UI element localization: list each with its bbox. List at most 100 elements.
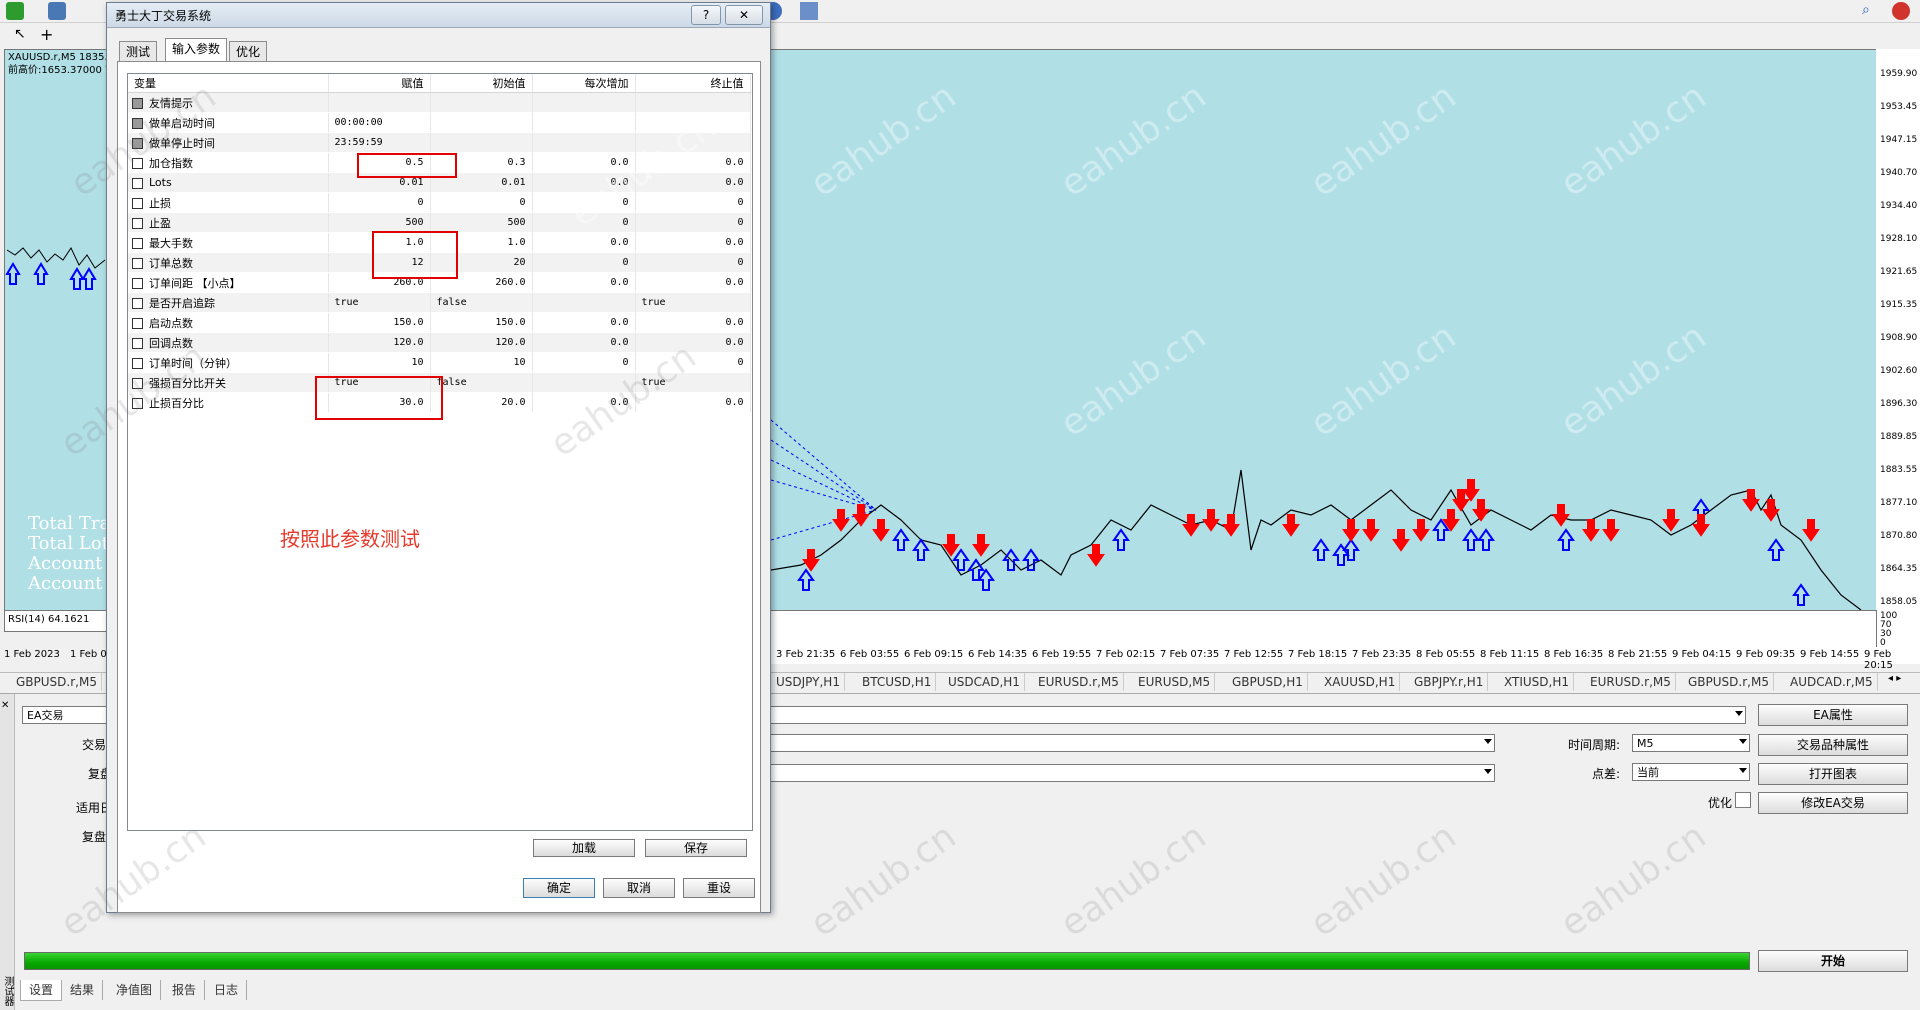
param-stop[interactable]: 0.0	[635, 232, 751, 253]
param-optimize-checkbox[interactable]	[132, 198, 143, 209]
param-optimize-checkbox[interactable]	[132, 298, 143, 309]
close-button[interactable]: ✕	[725, 5, 763, 25]
header-value[interactable]: 赋值	[328, 74, 431, 93]
tab-results[interactable]: 结果	[62, 980, 104, 1000]
chart-tab[interactable]: USDCAD,H1	[944, 673, 1025, 691]
tab-report[interactable]: 报告	[164, 980, 206, 1000]
chart-tab[interactable]: AUDCAD.r,M5	[1786, 673, 1878, 691]
param-start[interactable]: false	[430, 292, 533, 313]
header-step[interactable]: 每次增加	[532, 74, 636, 93]
help-button[interactable]: ?	[691, 5, 721, 25]
header-stop[interactable]: 终止值	[635, 74, 751, 93]
chart-tab[interactable]: EURUSD.r,M5	[1586, 673, 1676, 691]
symbol-select[interactable]	[770, 734, 1495, 752]
model-select[interactable]	[770, 764, 1495, 782]
cursor-icon[interactable]: ↖	[14, 26, 26, 42]
param-optimize-checkbox[interactable]	[132, 218, 143, 229]
param-optimize-checkbox[interactable]	[132, 258, 143, 269]
param-row[interactable]: 回调点数 120.0 120.0 0.0 0.0	[128, 332, 751, 353]
param-start[interactable]	[430, 132, 533, 153]
tab-equity[interactable]: 净值图	[108, 980, 162, 1000]
header-start[interactable]: 初始值	[430, 74, 533, 93]
header-variable[interactable]: 变量	[128, 74, 329, 93]
template-icon[interactable]	[800, 2, 818, 20]
param-start[interactable]	[430, 92, 533, 113]
open-chart-button[interactable]: 打开图表	[1758, 763, 1908, 785]
param-value[interactable]: 10	[328, 352, 431, 373]
param-step[interactable]	[532, 292, 636, 313]
param-optimize-checkbox[interactable]	[132, 278, 143, 289]
profiles-icon[interactable]	[48, 2, 66, 20]
chart-tab[interactable]: GBPUSD,H1	[1228, 673, 1308, 691]
param-row[interactable]: 启动点数 150.0 150.0 0.0 0.0	[128, 312, 751, 333]
spread-select[interactable]: 当前	[1632, 763, 1750, 781]
param-step[interactable]: 0	[532, 352, 636, 373]
param-optimize-checkbox[interactable]	[132, 318, 143, 329]
tab-optimization[interactable]: 优化	[229, 41, 268, 62]
param-step[interactable]	[532, 92, 636, 113]
param-start[interactable]: 120.0	[430, 332, 533, 353]
param-value[interactable]: 23:59:59	[328, 132, 431, 153]
tab-scroll-icon[interactable]: ◂ ▸	[1888, 673, 1901, 684]
param-start[interactable]: 10	[430, 352, 533, 373]
param-value[interactable]: 0	[328, 192, 431, 213]
chart-tab[interactable]: EURUSD.r,M5	[1034, 673, 1124, 691]
param-step[interactable]: 0.0	[532, 332, 636, 353]
symbol-properties-button[interactable]: 交易品种属性	[1758, 734, 1908, 756]
tab-settings[interactable]: 设置	[20, 980, 63, 1001]
param-start[interactable]: 0	[430, 192, 533, 213]
param-start[interactable]: false	[430, 372, 533, 393]
param-start[interactable]: 20.0	[430, 392, 533, 413]
param-stop[interactable]: 0.0	[635, 332, 751, 353]
main-chart[interactable]	[770, 49, 1877, 611]
param-optimize-checkbox[interactable]	[132, 177, 143, 189]
modify-ea-button[interactable]: 修改EA交易	[1758, 792, 1908, 814]
param-optimize-checkbox[interactable]	[132, 238, 143, 249]
chart-tab[interactable]: XAUUSD,H1	[1320, 673, 1401, 691]
optimize-checkbox[interactable]	[1735, 792, 1751, 808]
param-stop[interactable]: 0	[635, 252, 751, 273]
param-row[interactable]: 是否开启追踪 true false true	[128, 292, 751, 313]
load-button[interactable]: 加载	[533, 839, 635, 857]
param-step[interactable]	[532, 112, 636, 133]
param-value[interactable]: 120.0	[328, 332, 431, 353]
param-value[interactable]: 500	[328, 212, 431, 233]
period-select[interactable]: M5	[1632, 734, 1750, 752]
param-optimize-checkbox[interactable]	[132, 358, 143, 369]
param-step[interactable]: 0.0	[532, 232, 636, 253]
tab-inputs[interactable]: 输入参数	[165, 38, 228, 63]
param-value[interactable]: 00:00:00	[328, 112, 431, 133]
param-stop[interactable]: 0.0	[635, 312, 751, 333]
param-start[interactable]	[430, 112, 533, 133]
param-value[interactable]	[328, 92, 431, 113]
reset-button[interactable]: 重设	[683, 878, 755, 898]
chart-tab[interactable]: GBPUSD.r,M5	[1684, 673, 1774, 691]
start-button[interactable]: 开始	[1758, 950, 1908, 972]
param-step[interactable]: 0.0	[532, 272, 636, 293]
param-start[interactable]: 150.0	[430, 312, 533, 333]
param-optimize-checkbox[interactable]	[132, 98, 143, 109]
param-step[interactable]	[532, 132, 636, 153]
tab-test[interactable]: 测试	[119, 41, 158, 62]
chart-tab[interactable]: GBPUSD.r,M5	[12, 673, 102, 691]
chart-tab[interactable]: GBPJPY.r,H1	[1410, 673, 1489, 691]
param-stop[interactable]: 0	[635, 192, 751, 213]
chart-tab[interactable]: EURUSD,M5	[1134, 673, 1216, 691]
param-row[interactable]: 止盈 500 500 0 0	[128, 212, 751, 233]
param-row[interactable]: 止损 0 0 0 0	[128, 192, 751, 213]
tab-journal[interactable]: 日志	[206, 980, 248, 1000]
close-icon[interactable]: ✕	[1, 700, 9, 711]
crosshair-icon[interactable]: +	[40, 25, 53, 44]
param-stop[interactable]: 0.0	[635, 272, 751, 293]
chart-tab[interactable]: BTCUSD,H1	[858, 673, 937, 691]
ok-button[interactable]: 确定	[523, 878, 595, 898]
save-button[interactable]: 保存	[645, 839, 747, 857]
cancel-button[interactable]: 取消	[603, 878, 675, 898]
param-step[interactable]: 0	[532, 252, 636, 273]
param-start[interactable]: 500	[430, 212, 533, 233]
param-value[interactable]: true	[328, 292, 431, 313]
param-stop[interactable]: true	[635, 292, 751, 313]
new-chart-icon[interactable]	[6, 2, 24, 20]
chart-tab[interactable]: USDJPY,H1	[772, 673, 845, 691]
param-value[interactable]: 150.0	[328, 312, 431, 333]
